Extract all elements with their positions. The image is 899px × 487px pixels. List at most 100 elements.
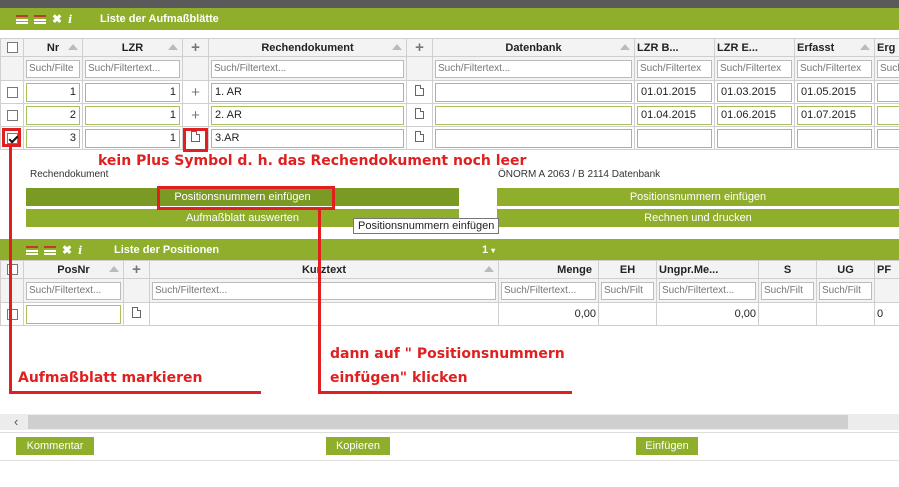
list-icon[interactable] xyxy=(34,14,46,24)
plus-icon[interactable]: + xyxy=(191,107,200,124)
col-header-kurztext[interactable]: Kurztext xyxy=(149,260,499,279)
col-header-lzr[interactable]: LZR xyxy=(82,38,183,57)
col-header-pf[interactable]: PF xyxy=(874,260,899,279)
posnr-cell[interactable] xyxy=(26,304,121,324)
kurztext-cell[interactable] xyxy=(149,302,499,326)
filter-ug-input[interactable] xyxy=(819,281,872,300)
filter-ungpr-input[interactable] xyxy=(659,281,756,300)
lzr-e-cell[interactable]: 01.03.2015 xyxy=(717,82,792,102)
col-header-lzr-b[interactable]: LZR B... xyxy=(634,38,715,57)
rechendokument-cell[interactable]: 1. AR xyxy=(211,82,404,102)
scroll-left-icon[interactable]: ‹ xyxy=(14,414,18,429)
filter-datenbank-input[interactable] xyxy=(435,59,632,78)
col-header-lzr-e[interactable]: LZR E... xyxy=(714,38,795,57)
menu-icon[interactable] xyxy=(26,245,38,255)
nr-cell[interactable]: 1 xyxy=(26,82,80,102)
close-icon[interactable]: ✖ xyxy=(52,13,62,25)
datenbank-cell[interactable] xyxy=(435,128,632,148)
ug-cell[interactable] xyxy=(816,302,875,326)
select-all-header[interactable] xyxy=(0,260,24,279)
filter-erfasst-input[interactable] xyxy=(797,59,872,78)
sort-icon[interactable] xyxy=(620,44,630,50)
col-header-posnr[interactable]: PosNr xyxy=(23,260,124,279)
col-header-nr[interactable]: Nr xyxy=(23,38,83,57)
erfasst-cell[interactable]: 01.05.2015 xyxy=(797,82,872,102)
filter-s-input[interactable] xyxy=(761,281,814,300)
dropdown-icon[interactable]: ▾ xyxy=(491,246,495,255)
page-indicator[interactable]: 1 xyxy=(482,244,488,256)
erg-cell[interactable] xyxy=(877,105,899,125)
table-row[interactable]: 1 1 + 1. AR 01.01.2015 01.03.2015 01.05.… xyxy=(0,80,899,104)
rechendokument-cell[interactable]: 2. AR xyxy=(211,105,404,125)
col-header-eh[interactable]: EH xyxy=(598,260,657,279)
sort-icon[interactable] xyxy=(484,266,494,272)
document-icon[interactable] xyxy=(415,85,424,96)
list-icon[interactable] xyxy=(44,245,56,255)
einfuegen-button[interactable]: Einfügen xyxy=(636,437,698,455)
col-header-ug[interactable]: UG xyxy=(816,260,875,279)
filter-menge-input[interactable] xyxy=(501,281,596,300)
filter-erg-input[interactable] xyxy=(877,59,899,78)
filter-lzr-input[interactable] xyxy=(85,59,180,78)
select-all-checkbox[interactable] xyxy=(6,42,18,54)
plus-icon[interactable]: + xyxy=(191,84,200,101)
lzr-e-cell[interactable] xyxy=(717,128,792,148)
lzr-cell[interactable]: 1 xyxy=(85,128,180,148)
select-all-header[interactable] xyxy=(0,38,24,57)
filter-kurztext-input[interactable] xyxy=(152,281,496,300)
sort-icon[interactable] xyxy=(109,266,119,272)
filter-eh-input[interactable] xyxy=(601,281,654,300)
table-row[interactable]: 0,00 0,00 0 xyxy=(0,302,899,326)
rechnen-und-drucken-button[interactable]: Rechnen und drucken xyxy=(497,209,899,227)
eh-cell[interactable] xyxy=(598,302,657,326)
datenbank-cell[interactable] xyxy=(435,82,632,102)
kopieren-button[interactable]: Kopieren xyxy=(326,437,390,455)
rechendokument-cell[interactable]: 3.AR xyxy=(211,128,404,148)
add-column-header-2[interactable]: + xyxy=(406,38,433,57)
col-header-s[interactable]: S xyxy=(758,260,817,279)
ungpr-cell[interactable]: 0,00 xyxy=(656,302,759,326)
filter-lzr-b-input[interactable] xyxy=(637,59,712,78)
info-icon[interactable]: i xyxy=(78,244,82,257)
datenbank-cell[interactable] xyxy=(435,105,632,125)
sort-icon[interactable] xyxy=(168,44,178,50)
document-icon[interactable] xyxy=(415,131,424,142)
pf-cell[interactable]: 0 xyxy=(874,302,899,326)
document-icon[interactable] xyxy=(415,108,424,119)
nr-cell[interactable]: 2 xyxy=(26,105,80,125)
col-header-ungpr[interactable]: Ungpr.Me... xyxy=(656,260,759,279)
erfasst-cell[interactable] xyxy=(797,128,872,148)
lzr-b-cell[interactable]: 01.01.2015 xyxy=(637,82,712,102)
erfasst-cell[interactable]: 01.07.2015 xyxy=(797,105,872,125)
row-checkbox[interactable] xyxy=(6,86,18,98)
filter-posnr-input[interactable] xyxy=(26,281,121,300)
menge-cell[interactable]: 0,00 xyxy=(498,302,599,326)
erg-cell[interactable] xyxy=(877,128,899,148)
erg-cell[interactable] xyxy=(877,82,899,102)
table-row[interactable]: 2 1 + 2. AR 01.04.2015 01.06.2015 01.07.… xyxy=(0,103,899,127)
filter-lzr-e-input[interactable] xyxy=(717,59,792,78)
s-cell[interactable] xyxy=(758,302,817,326)
col-header-datenbank[interactable]: Datenbank xyxy=(432,38,635,57)
lzr-cell[interactable]: 1 xyxy=(85,105,180,125)
nr-cell[interactable]: 3 xyxy=(26,128,80,148)
close-icon[interactable]: ✖ xyxy=(62,244,72,256)
lzr-cell[interactable]: 1 xyxy=(85,82,180,102)
positionsnummern-einfuegen-db-button[interactable]: Positionsnummern einfügen xyxy=(497,188,899,206)
col-header-menge[interactable]: Menge xyxy=(498,260,599,279)
row-checkbox[interactable] xyxy=(6,109,18,121)
plus-icon[interactable]: + xyxy=(132,262,141,278)
menu-icon[interactable] xyxy=(16,14,28,24)
document-icon[interactable] xyxy=(132,307,141,318)
plus-icon[interactable]: + xyxy=(191,40,200,56)
scrollbar-thumb[interactable] xyxy=(28,415,848,429)
info-icon[interactable]: i xyxy=(68,13,72,26)
sort-icon[interactable] xyxy=(392,44,402,50)
col-header-erfasst[interactable]: Erfasst xyxy=(794,38,875,57)
col-header-erg[interactable]: Erg xyxy=(874,38,899,57)
add-column-header[interactable]: + xyxy=(182,38,209,57)
lzr-b-cell[interactable] xyxy=(637,128,712,148)
filter-rechendokument-input[interactable] xyxy=(211,59,404,78)
table-row-selected[interactable]: 3 1 3.AR xyxy=(0,126,899,150)
lzr-b-cell[interactable]: 01.04.2015 xyxy=(637,105,712,125)
